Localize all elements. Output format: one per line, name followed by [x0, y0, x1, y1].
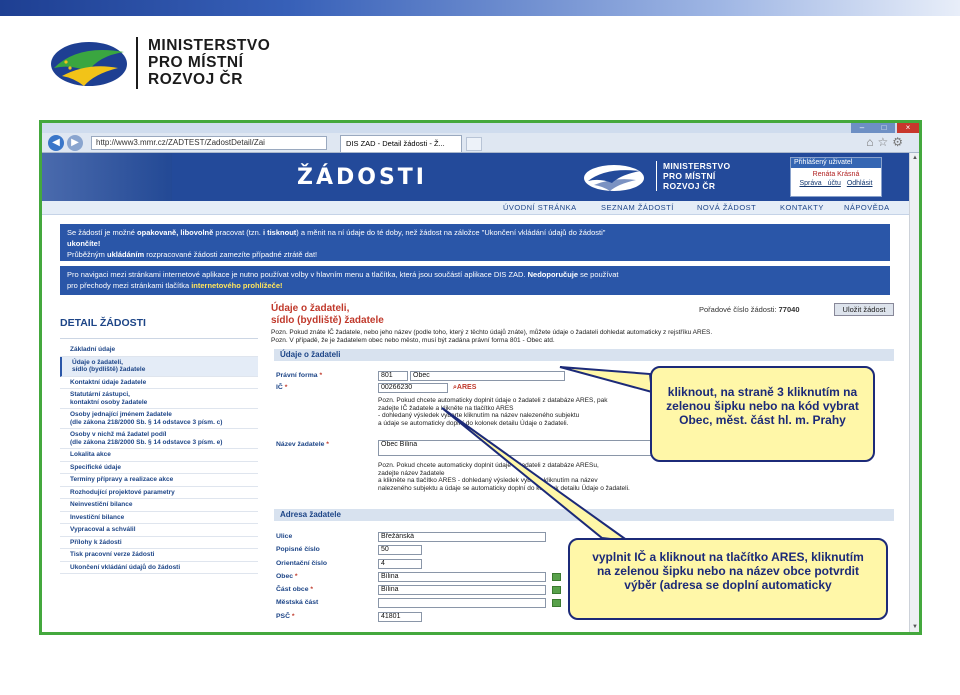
browser-tab[interactable]: DIS ZAD - Detail žádosti - Ž... [340, 135, 462, 152]
save-button[interactable]: Uložit žádost [834, 303, 894, 316]
sidebar-item-approved[interactable]: Vypracoval a schválil [60, 524, 258, 537]
user-box-heading: Přihlášený uživatel [791, 158, 881, 168]
note-ares-hint: Pozn. Pokud znáte IČ žadatele, nebo jeho… [271, 329, 713, 336]
orientation-number-label: Orientační číslo [276, 560, 327, 567]
slide-top-band [0, 0, 960, 16]
user-name: Renáta Krásná [812, 171, 860, 178]
sidebar-item-statutory[interactable]: Statutární zástupci, kontaktní osoby žada… [60, 389, 258, 409]
minimize-icon[interactable]: – [851, 123, 873, 133]
page-title: Údaje o žadateli, sídlo (bydliště) žadat… [271, 303, 384, 326]
section-address: Adresa žadatele [274, 509, 894, 521]
sidebar-item-contacts[interactable]: Kontaktní údaje žadatele [60, 377, 258, 389]
header-photo-strip [42, 153, 172, 201]
section-applicant: Údaje o žadateli [274, 349, 894, 361]
info-box-saving: Se žádostí je možné opakovaně, libovolně… [60, 224, 890, 261]
menu-item-contacts[interactable]: KONTAKTY [780, 203, 824, 212]
maximize-icon[interactable]: □ [873, 123, 895, 133]
sidebar-item-specific[interactable]: Specifické údaje [60, 462, 258, 474]
house-number-input[interactable]: 50 [378, 545, 422, 555]
scroll-down-icon[interactable]: ▼ [910, 624, 919, 630]
browser-address-bar: ◀ ▶ http://www3.mmr.cz/ZADTEST/ZadostDet… [42, 133, 919, 153]
menu-item-help[interactable]: NÁPOVĚDA [844, 203, 890, 212]
app-title: ŽÁDOSTI [297, 165, 427, 190]
account-link[interactable]: Správa účtu [800, 180, 841, 187]
orientation-number-input[interactable]: 4 [378, 559, 422, 569]
close-icon[interactable]: × [897, 123, 919, 133]
note-ares-ic: Pozn. Pokud chcete automaticky doplnit ú… [378, 397, 608, 427]
legal-form-code-input[interactable]: 801 [378, 371, 408, 381]
street-label: Ulice [276, 533, 293, 540]
app-header: ŽÁDOSTI MINISTERSTVO PRO MÍSTNÍ ROZVOJ Č… [42, 153, 909, 201]
new-tab-icon[interactable] [466, 137, 482, 151]
main-menu: ÚVODNÍ STRÁNKA SEZNAM ŽÁDOSTÍ NOVÁ ŽÁDOS… [42, 201, 909, 215]
ares-button[interactable]: ⌕ARES [453, 384, 476, 392]
sidebar-item-basic[interactable]: Základní údaje [60, 344, 258, 357]
sidebar-item-location[interactable]: Lokalita akce [60, 449, 258, 462]
application-number: Pořadové číslo žádosti: 77040 [699, 305, 800, 314]
detail-sidebar: Základní údaje Údaje o žadateli, sídlo (b… [60, 338, 258, 574]
municipality-input[interactable]: Bílina [378, 572, 546, 582]
callout-bottom: vyplnit IČ a kliknout na tlačítko ARES, … [568, 538, 888, 620]
scrollbar[interactable]: ▲ ▼ [909, 153, 919, 632]
sidebar-item-applicant[interactable]: Údaje o žadateli, sídlo (bydliště) žadate… [60, 356, 258, 377]
browser-titlebar: – □ × [42, 123, 919, 133]
city-district-input[interactable] [378, 598, 546, 608]
legal-form-label: Právní forma * [276, 372, 323, 379]
municipality-part-select-arrow-icon[interactable] [552, 586, 561, 594]
ic-label: IČ * [276, 384, 288, 391]
logout-link[interactable]: Odhlásit [847, 180, 873, 187]
sidebar-item-attachments[interactable]: Přílohy k žádosti [60, 537, 258, 549]
city-district-label: Městská část [276, 599, 319, 606]
menu-item-list[interactable]: SEZNAM ŽÁDOSTÍ [601, 203, 674, 212]
sidebar-item-print[interactable]: Tisk pracovní verze žádosti [60, 549, 258, 562]
header-ministry-name: MINISTERSTVO PRO MÍSTNÍ ROZVOJ ČR [656, 161, 730, 191]
legal-form-name-input[interactable]: Obec [410, 371, 565, 381]
menu-item-new[interactable]: NOVÁ ŽÁDOST [697, 203, 756, 212]
municipality-label: Obec * [276, 573, 298, 580]
detail-title: DETAIL ŽÁDOSTI [60, 317, 146, 329]
sidebar-item-finish[interactable]: Ukončení vkládání údajů do žádosti [60, 562, 258, 574]
ic-input[interactable]: 00266230 [378, 383, 448, 393]
menu-item-home[interactable]: ÚVODNÍ STRÁNKA [503, 203, 577, 212]
house-number-label: Popisné číslo [276, 546, 320, 553]
sidebar-item-schedule[interactable]: Termíny přípravy a realizace akce [60, 474, 258, 487]
callout-top: kliknout, na straně 3 kliknutím na zelen… [650, 366, 875, 462]
user-box: Přihlášený uživatel Renáta Krásná Správa… [790, 157, 882, 197]
applicant-name-label: Název žadatele * [276, 441, 329, 448]
sidebar-item-shares[interactable]: Osoby v nichž má žadatel podíl (dle zákon… [60, 429, 258, 449]
city-district-select-arrow-icon[interactable] [552, 599, 561, 607]
sidebar-item-invest[interactable]: Investiční bilance [60, 512, 258, 524]
back-icon[interactable]: ◀ [48, 135, 64, 151]
sidebar-item-acting-persons[interactable]: Osoby jednající jménem žadatele (dle záko… [60, 409, 258, 429]
municipality-select-arrow-icon[interactable] [552, 573, 561, 581]
sidebar-item-parameters[interactable]: Rozhodující projektové parametry [60, 487, 258, 499]
ministry-logo [51, 42, 127, 86]
forward-icon[interactable]: ▶ [67, 135, 83, 151]
zip-input[interactable]: 41801 [378, 612, 422, 622]
zip-label: PSČ * [276, 613, 295, 620]
applicant-name-input[interactable]: Obec Bílina [378, 440, 658, 456]
slide-ministry-name: MINISTERSTVO PRO MÍSTNÍ ROZVOJ ČR [136, 37, 270, 89]
note-legal-form: Pozn. V případě, že je žadatelem obec ne… [271, 337, 555, 344]
toolbar-icons[interactable]: ⌂☆⚙ [866, 135, 907, 149]
header-ministry-logo [584, 165, 644, 191]
municipality-part-label: Část obce * [276, 586, 314, 593]
municipality-part-input[interactable]: Bílina [378, 585, 546, 595]
scroll-up-icon[interactable]: ▲ [910, 155, 919, 161]
info-box-navigation: Pro navigaci mezi stránkami internetové … [60, 266, 890, 295]
sidebar-item-noninvest[interactable]: Neinvestiční bilance [60, 499, 258, 512]
street-input[interactable]: Břežánská [378, 532, 546, 542]
url-input[interactable]: http://www3.mmr.cz/ZADTEST/ZadostDetail/… [91, 136, 327, 150]
note-ares-name: Pozn. Pokud chcete automaticky doplnit ú… [378, 462, 630, 492]
